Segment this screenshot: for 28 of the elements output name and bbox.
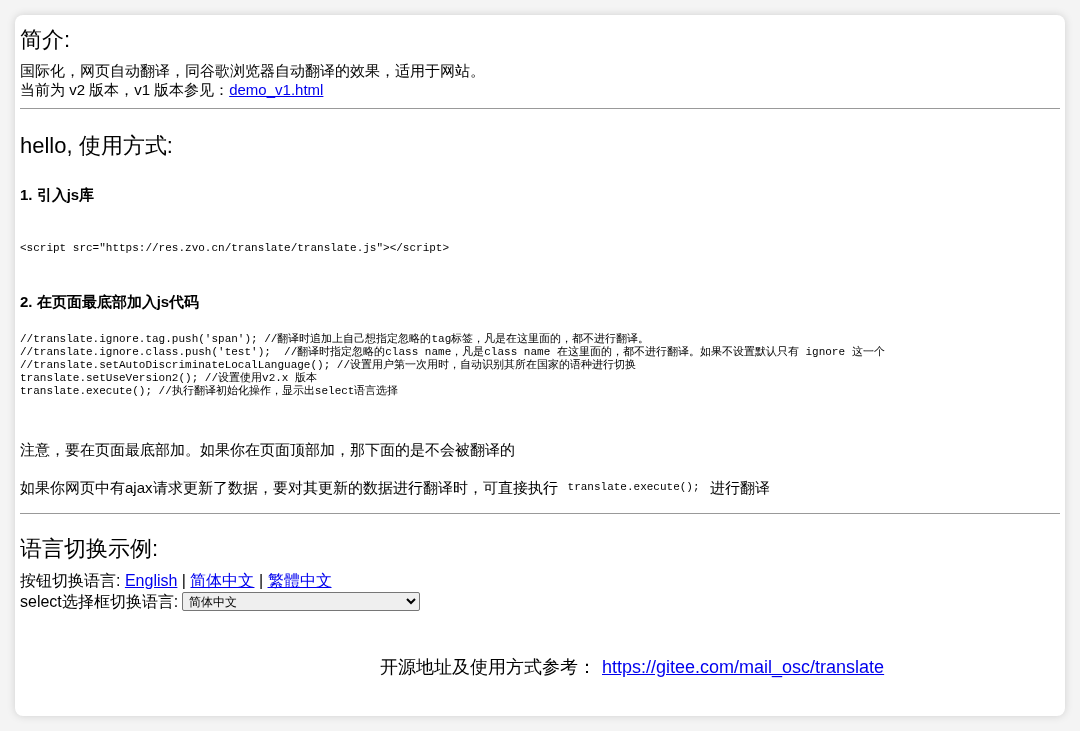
code-line: translate.setUseVersion2(); //设置使用v2.x 版本 xyxy=(20,371,319,385)
section-title: hello, 使用方式: xyxy=(20,133,174,160)
code-snippet: translate.execute(); xyxy=(567,479,700,495)
section-title: 语言切换示例: xyxy=(20,535,160,563)
code-line: //translate.ignore.class.push('test'); //翻译时指定忽略的class name，凡是class name 在这里面的，都不进行翻译。如果不设置默认只有 ignore 这一个 xyxy=(20,345,886,359)
language-link[interactable]: 繁體中文 xyxy=(267,572,332,590)
note-text: 注意，要在页面最底部加。如果你在页面顶部加，那下面的是不会被翻译的 xyxy=(20,440,515,458)
separator-text: | xyxy=(181,572,186,590)
code-line: //translate.ignore.tag.push('span'); //翻译时追加上自己想指定忽略的tag标签，凡是在这里面的，都不进行翻译。 xyxy=(20,332,651,346)
select-label: select选择框切换语言: xyxy=(20,592,179,613)
language-select[interactable]: 简体中文 xyxy=(182,592,421,612)
code-line: //translate.setAutoDiscriminateLocalLanguage(); //设置用户第一次用时，自动识别其所在国家的语种进行切换 xyxy=(20,358,638,372)
step-title: 1. 引入js库 xyxy=(20,185,96,204)
intro-text: 国际化，网页自动翻译，同谷歌浏览器自动翻译的效果，适用于网站。 xyxy=(20,62,485,80)
language-link[interactable]: English xyxy=(124,572,178,590)
footer-text: 开源地址及使用方式参考： xyxy=(380,657,596,678)
version-text: 当前为 v2 版本，v1 版本参见： xyxy=(20,81,230,99)
ajax-note-text: 进行翻译 xyxy=(709,477,770,497)
separator-text: | xyxy=(258,572,264,590)
repo-link[interactable]: https://gitee.com/mail_osc/translate xyxy=(602,657,885,678)
code-line: <script src="https://res.zvo.cn/translate/translate.js"></script> xyxy=(20,241,451,255)
buttons-label: 按钮切换语言: xyxy=(20,572,121,590)
step-title: 2. 在页面最底部加入js代码 xyxy=(20,292,201,311)
section-title: 简介: xyxy=(20,27,72,54)
code-line: translate.execute(); //执行翻译初始化操作，显示出select语言选择 xyxy=(20,384,400,398)
demo-link[interactable]: demo_v1.html xyxy=(229,81,324,99)
language-link[interactable]: 简体中文 xyxy=(190,572,255,590)
ajax-note-text: 如果你网页中有ajax请求更新了数据，要对其更新的数据进行翻译时，可直接执行 xyxy=(20,477,558,497)
